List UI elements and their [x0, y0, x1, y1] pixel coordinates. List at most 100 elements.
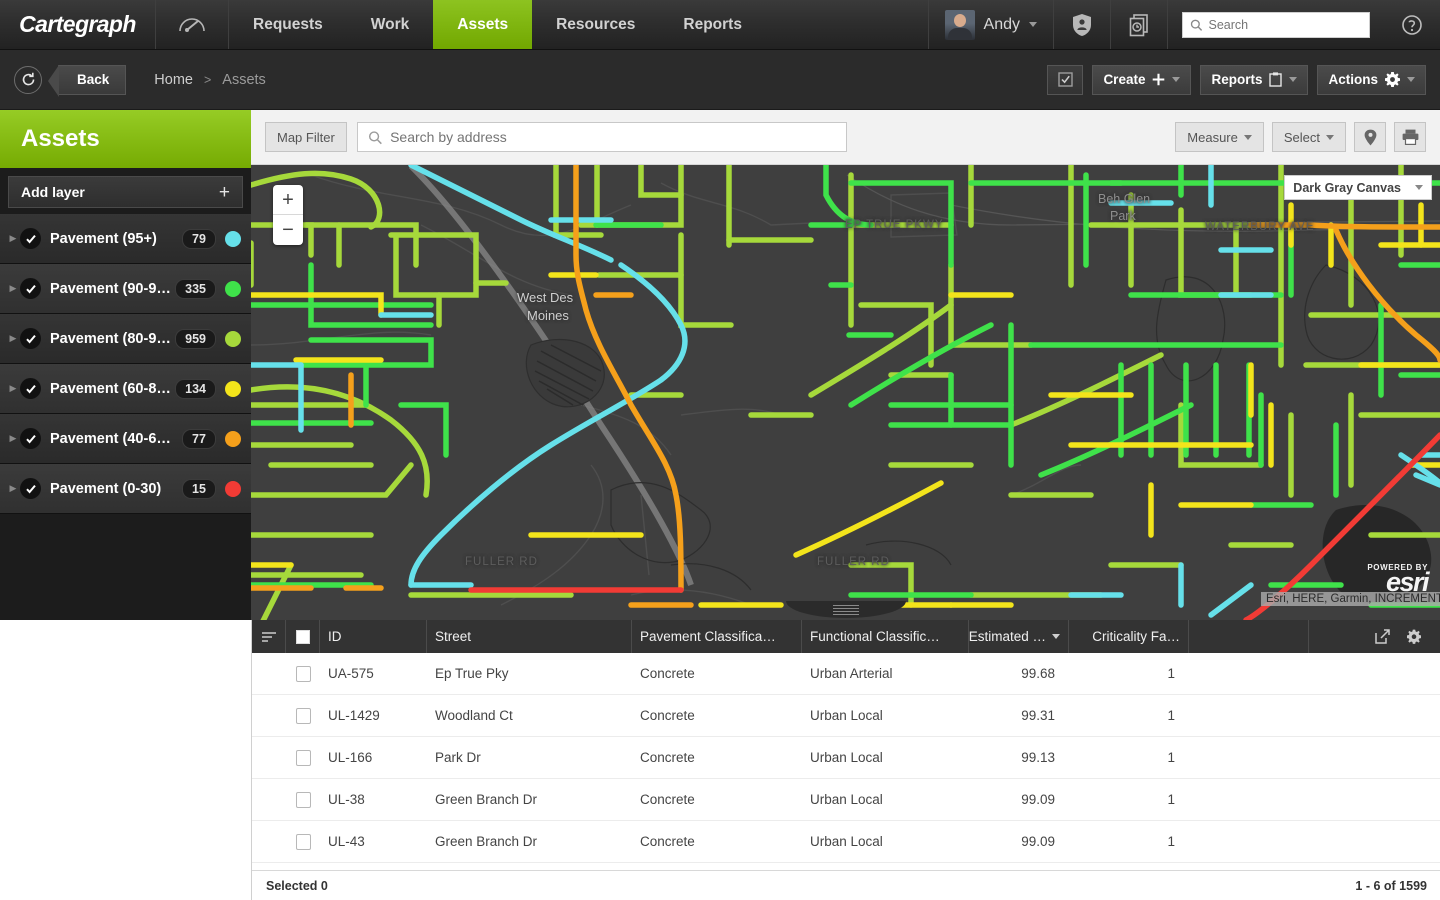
basemap-selector[interactable]: Dark Gray Canvas	[1284, 175, 1432, 200]
table-cell-empty	[1309, 779, 1440, 820]
layer-item[interactable]: ▶ Pavement (80-9… 959	[0, 314, 251, 364]
address-search-input[interactable]	[390, 129, 836, 145]
help-button[interactable]	[1384, 0, 1440, 49]
nav-item-assets[interactable]: Assets	[433, 0, 533, 49]
table-row[interactable]: UL-43 Green Branch Dr Concrete Urban Local 9…	[252, 821, 1440, 863]
checklist-icon	[1058, 72, 1073, 87]
row-checkbox[interactable]	[295, 707, 311, 724]
table-column-header-pavement_classification[interactable]: Pavement Classifica…	[632, 620, 802, 653]
table-header-row: ID Street Pavement Classifica… Functional C…	[252, 620, 1440, 653]
pagination-status: 1 - 6 of 1599	[1355, 878, 1427, 893]
expand-arrow-icon[interactable]: ▶	[6, 433, 20, 444]
create-button[interactable]: Create	[1092, 64, 1192, 95]
breadcrumb-home[interactable]: Home	[154, 72, 193, 88]
layer-visibility-checkbox[interactable]	[20, 428, 41, 449]
layer-visibility-checkbox[interactable]	[20, 378, 41, 399]
column-label: Functional Classific…	[810, 629, 940, 644]
layer-item[interactable]: ▶ Pavement (0-30) 15	[0, 464, 251, 514]
layer-visibility-checkbox[interactable]	[20, 278, 41, 299]
address-search-box[interactable]	[356, 122, 847, 152]
measure-button[interactable]: Measure	[1175, 122, 1264, 152]
map-view[interactable]: West Des Moines Beh Glen Park FULLER RD FULLE…	[251, 165, 1440, 620]
row-checkbox[interactable]	[295, 833, 311, 850]
global-search-box[interactable]	[1182, 11, 1370, 38]
table-cell-empty	[1309, 653, 1440, 694]
reports-button[interactable]: Reports	[1200, 64, 1309, 95]
table-row[interactable]: UL-166 Park Dr Concrete Urban Local 99.13 1	[252, 737, 1440, 779]
recent-documents-button[interactable]	[1111, 0, 1167, 49]
sort-lines-icon	[261, 631, 276, 642]
nav-item-resources[interactable]: Resources	[532, 0, 659, 49]
table-column-header-blank[interactable]	[1189, 620, 1309, 653]
table-cell-empty	[1189, 695, 1309, 736]
map-toolbar: Map Filter Measure Select	[251, 110, 1440, 165]
row-select-cell[interactable]	[286, 695, 320, 736]
user-menu[interactable]: Andy	[929, 0, 1053, 49]
layer-item[interactable]: ▶ Pavement (40-6… 77	[0, 414, 251, 464]
zoom-out-button[interactable]: −	[273, 215, 303, 245]
table-cell-empty	[252, 737, 286, 778]
global-search-input[interactable]	[1208, 17, 1362, 32]
table-cell-street: Green Branch Dr	[435, 792, 538, 807]
nav-dashboard-icon-item[interactable]	[156, 0, 228, 49]
expand-arrow-icon[interactable]: ▶	[6, 233, 20, 244]
table-row[interactable]: UA-575 Ep True Pky Concrete Urban Arterial 9…	[252, 653, 1440, 695]
back-button[interactable]: Back	[47, 64, 127, 97]
layer-item[interactable]: ▶ Pavement (90-9… 335	[0, 264, 251, 314]
nav-item-reports[interactable]: Reports	[659, 0, 766, 49]
search-icon	[1190, 19, 1203, 31]
map-pin-button[interactable]	[1354, 122, 1386, 152]
layer-name: Pavement (95+)	[50, 230, 157, 247]
layer-count: 15	[182, 478, 216, 499]
row-select-cell[interactable]	[286, 779, 320, 820]
refresh-icon	[22, 72, 34, 86]
row-checkbox[interactable]	[295, 791, 311, 808]
map-zoom-controls[interactable]: + −	[273, 185, 303, 245]
table-sort-header[interactable]	[252, 620, 286, 653]
row-select-cell[interactable]	[286, 737, 320, 778]
layer-item[interactable]: ▶ Pavement (95+) 79	[0, 214, 251, 264]
table-column-header-id[interactable]: ID	[320, 620, 427, 653]
expand-arrow-icon[interactable]: ▶	[6, 383, 20, 394]
clipboard-icon	[1269, 72, 1283, 87]
row-checkbox[interactable]	[295, 665, 311, 682]
print-button[interactable]	[1394, 122, 1426, 152]
table-tools-header[interactable]	[1309, 620, 1440, 653]
zoom-in-button[interactable]: +	[273, 185, 303, 215]
table-column-header-criticality[interactable]: Criticality Fa…	[1069, 620, 1189, 653]
select-button[interactable]: Select	[1271, 122, 1346, 152]
table-column-header-functional_classification[interactable]: Functional Classific…	[802, 620, 969, 653]
row-checkbox[interactable]	[295, 749, 311, 766]
check-icon	[25, 284, 36, 294]
gear-icon[interactable]	[1406, 629, 1422, 645]
table-column-header-estimated[interactable]: Estimated …	[969, 620, 1069, 653]
nav-item-work[interactable]: Work	[347, 0, 433, 49]
select-all-checkbox[interactable]	[295, 629, 310, 644]
add-layer-button[interactable]: Add layer +	[8, 176, 243, 208]
map-filter-button[interactable]: Map Filter	[265, 122, 347, 152]
expand-arrow-icon[interactable]: ▶	[6, 283, 20, 294]
nav-item-requests[interactable]: Requests	[229, 0, 347, 49]
open-external-icon[interactable]	[1375, 629, 1390, 644]
row-select-cell[interactable]	[286, 653, 320, 694]
actions-button[interactable]: Actions	[1317, 64, 1426, 95]
shield-user-button[interactable]	[1054, 0, 1110, 49]
table-select-all-header[interactable]	[286, 620, 320, 653]
table-cell-pavement_classification: Concrete	[640, 834, 695, 849]
layer-visibility-checkbox[interactable]	[20, 478, 41, 499]
table-column-header-street[interactable]: Street	[427, 620, 632, 653]
table-row[interactable]: UL-38 Green Branch Dr Concrete Urban Local 9…	[252, 779, 1440, 821]
layer-visibility-checkbox[interactable]	[20, 328, 41, 349]
brand-logo[interactable]: Cartegraph	[0, 0, 155, 49]
basemap-selector-label: Dark Gray Canvas	[1293, 180, 1401, 195]
table-row[interactable]: UL-1429 Woodland Ct Concrete Urban Local 99.…	[252, 695, 1440, 737]
layer-visibility-checkbox[interactable]	[20, 228, 41, 249]
row-select-cell[interactable]	[286, 821, 320, 862]
expand-arrow-icon[interactable]: ▶	[6, 333, 20, 344]
column-label: Street	[435, 629, 472, 644]
table-cell-empty	[1309, 695, 1440, 736]
checklist-button[interactable]	[1047, 64, 1084, 95]
refresh-button[interactable]	[14, 65, 42, 94]
layer-item[interactable]: ▶ Pavement (60-8… 134	[0, 364, 251, 414]
expand-arrow-icon[interactable]: ▶	[6, 483, 20, 494]
